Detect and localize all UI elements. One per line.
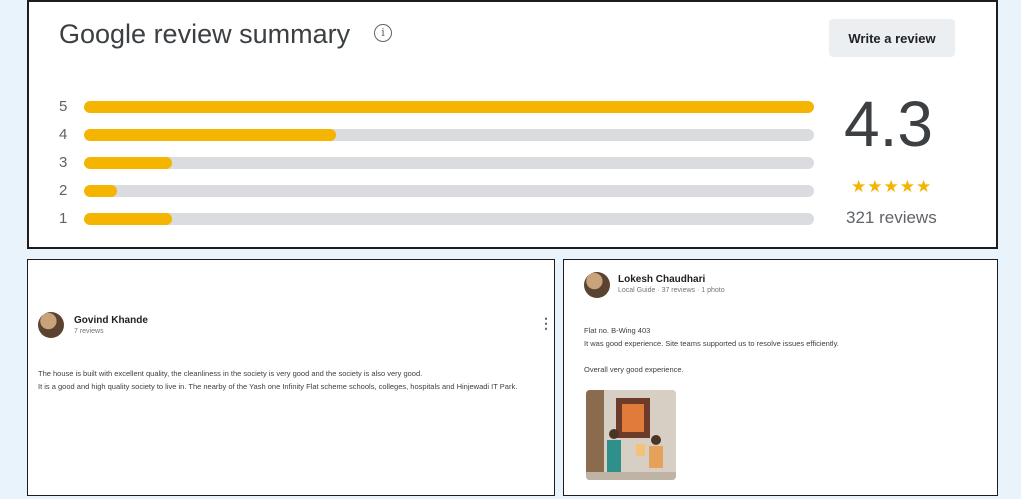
- avatar[interactable]: [584, 272, 610, 298]
- summary-title: Google review summary: [59, 19, 351, 49]
- review-text: Flat no. B-Wing 403 It was good experien…: [584, 324, 984, 376]
- rating-label: 1: [59, 210, 68, 227]
- star-rating: ★★★★★: [851, 177, 932, 197]
- review-paragraph: Flat no. B-Wing 403: [584, 326, 651, 335]
- review-card: Lokesh Chaudhari Local Guide · 37 review…: [563, 259, 998, 496]
- review-summary-panel: Google review summary i Write a review 5…: [27, 0, 998, 249]
- rating-label: 2: [59, 182, 68, 199]
- reviewer-name[interactable]: Govind Khande: [74, 315, 148, 326]
- more-vert-icon[interactable]: ⋮: [539, 315, 553, 332]
- rating-label: 3: [59, 154, 68, 171]
- avatar[interactable]: [38, 312, 64, 338]
- rating-bar-fill: [84, 101, 814, 113]
- review-paragraph: Overall very good experience.: [584, 365, 684, 374]
- rating-bar-track: [84, 213, 814, 225]
- review-paragraph: It was good experience. Site teams suppo…: [584, 339, 839, 348]
- average-rating: 4.3: [844, 88, 933, 160]
- review-paragraph: The house is built with excellent qualit…: [38, 369, 423, 378]
- rating-bar-fill: [84, 157, 172, 169]
- rating-bar-fill: [84, 185, 117, 197]
- rating-bar-track: [84, 101, 814, 113]
- reviewer-name[interactable]: Lokesh Chaudhari: [618, 274, 705, 285]
- rating-bar-track: [84, 157, 814, 169]
- info-icon[interactable]: i: [374, 24, 392, 42]
- rating-bar-fill: [84, 213, 172, 225]
- review-card: Govind Khande 7 reviews ⋮ The house is b…: [27, 259, 555, 496]
- rating-bar-fill: [84, 129, 336, 141]
- review-paragraph: It is a good and high quality society to…: [38, 382, 518, 391]
- rating-label: 4: [59, 126, 68, 143]
- review-text: The house is built with excellent qualit…: [38, 367, 550, 393]
- full-stars-icon: ★★★★: [851, 177, 916, 196]
- write-review-button[interactable]: Write a review: [829, 19, 955, 57]
- rating-bar-track: [84, 185, 814, 197]
- rating-bar-track: [84, 129, 814, 141]
- review-photo[interactable]: [586, 390, 676, 480]
- half-star-icon: ★: [915, 177, 933, 196]
- reviewer-meta: Local Guide · 37 reviews · 1 photo: [618, 287, 725, 294]
- reviewer-meta: 7 reviews: [74, 328, 104, 335]
- rating-label: 5: [59, 98, 68, 115]
- review-count[interactable]: 321 reviews: [846, 208, 937, 228]
